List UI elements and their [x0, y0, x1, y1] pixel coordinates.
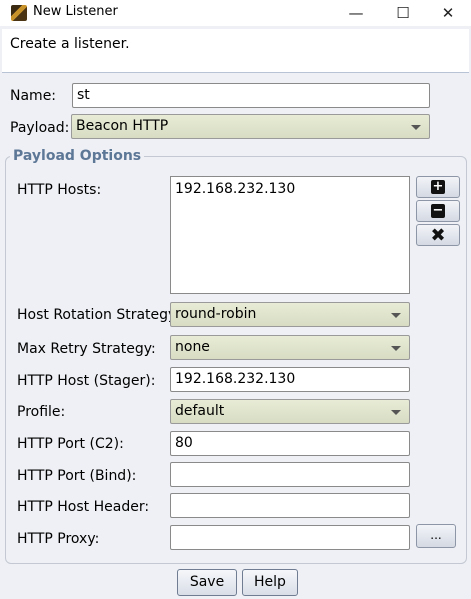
- maximize-button[interactable]: ☐: [380, 0, 426, 26]
- http-hosts-list[interactable]: 192.168.232.130: [170, 176, 410, 294]
- clear-hosts-button[interactable]: ✖: [416, 224, 460, 246]
- add-host-button[interactable]: +: [416, 176, 460, 198]
- name-input[interactable]: st: [72, 83, 430, 108]
- http-port-c2-label: HTTP Port (C2):: [17, 436, 124, 452]
- chevron-down-icon: [411, 125, 421, 130]
- app-icon: [11, 5, 27, 21]
- host-rotation-select[interactable]: round-robin: [170, 302, 410, 327]
- http-host-item[interactable]: 192.168.232.130: [175, 181, 405, 197]
- http-port-bind-label: HTTP Port (Bind):: [17, 468, 137, 484]
- close-icon: ✖: [430, 225, 446, 246]
- description-banner: Create a listener.: [2, 29, 469, 73]
- http-proxy-input[interactable]: [170, 525, 410, 550]
- chevron-down-icon: [391, 313, 401, 318]
- http-port-bind-input[interactable]: [170, 462, 410, 487]
- minimize-button[interactable]: —: [333, 0, 379, 26]
- chevron-down-icon: [391, 346, 401, 351]
- http-hosts-label: HTTP Hosts:: [17, 182, 102, 198]
- chevron-down-icon: [391, 410, 401, 415]
- window-title: New Listener: [33, 4, 118, 19]
- name-label: Name:: [10, 88, 57, 104]
- help-button[interactable]: Help: [242, 569, 298, 596]
- profile-value: default: [175, 403, 225, 419]
- remove-host-button[interactable]: −: [416, 200, 460, 222]
- profile-label: Profile:: [17, 404, 66, 420]
- payload-options-title: Payload Options: [10, 148, 145, 164]
- host-rotation-value: round-robin: [175, 306, 257, 322]
- host-rotation-label: Host Rotation Strategy:: [17, 307, 181, 323]
- title-bar: New Listener — ☐ ✕: [0, 0, 471, 26]
- http-host-stager-label: HTTP Host (Stager):: [17, 373, 156, 389]
- max-retry-label: Max Retry Strategy:: [17, 341, 156, 357]
- save-button[interactable]: Save: [177, 569, 237, 596]
- http-host-stager-input[interactable]: 192.168.232.130: [170, 367, 410, 392]
- close-button[interactable]: ✕: [425, 0, 471, 26]
- http-host-header-input[interactable]: [170, 493, 410, 518]
- max-retry-value: none: [175, 339, 210, 355]
- plus-icon: +: [431, 179, 445, 194]
- http-proxy-label: HTTP Proxy:: [17, 531, 100, 547]
- payload-label: Payload:: [10, 120, 70, 136]
- http-port-c2-input[interactable]: 80: [170, 431, 410, 456]
- profile-select[interactable]: default: [170, 399, 410, 424]
- payload-value: Beacon HTTP: [76, 118, 169, 134]
- minus-icon: −: [431, 203, 445, 218]
- proxy-browse-button[interactable]: ...: [416, 524, 456, 548]
- max-retry-select[interactable]: none: [170, 335, 410, 360]
- http-host-header-label: HTTP Host Header:: [17, 499, 150, 515]
- payload-select[interactable]: Beacon HTTP: [71, 114, 430, 139]
- banner-text: Create a listener.: [10, 36, 130, 52]
